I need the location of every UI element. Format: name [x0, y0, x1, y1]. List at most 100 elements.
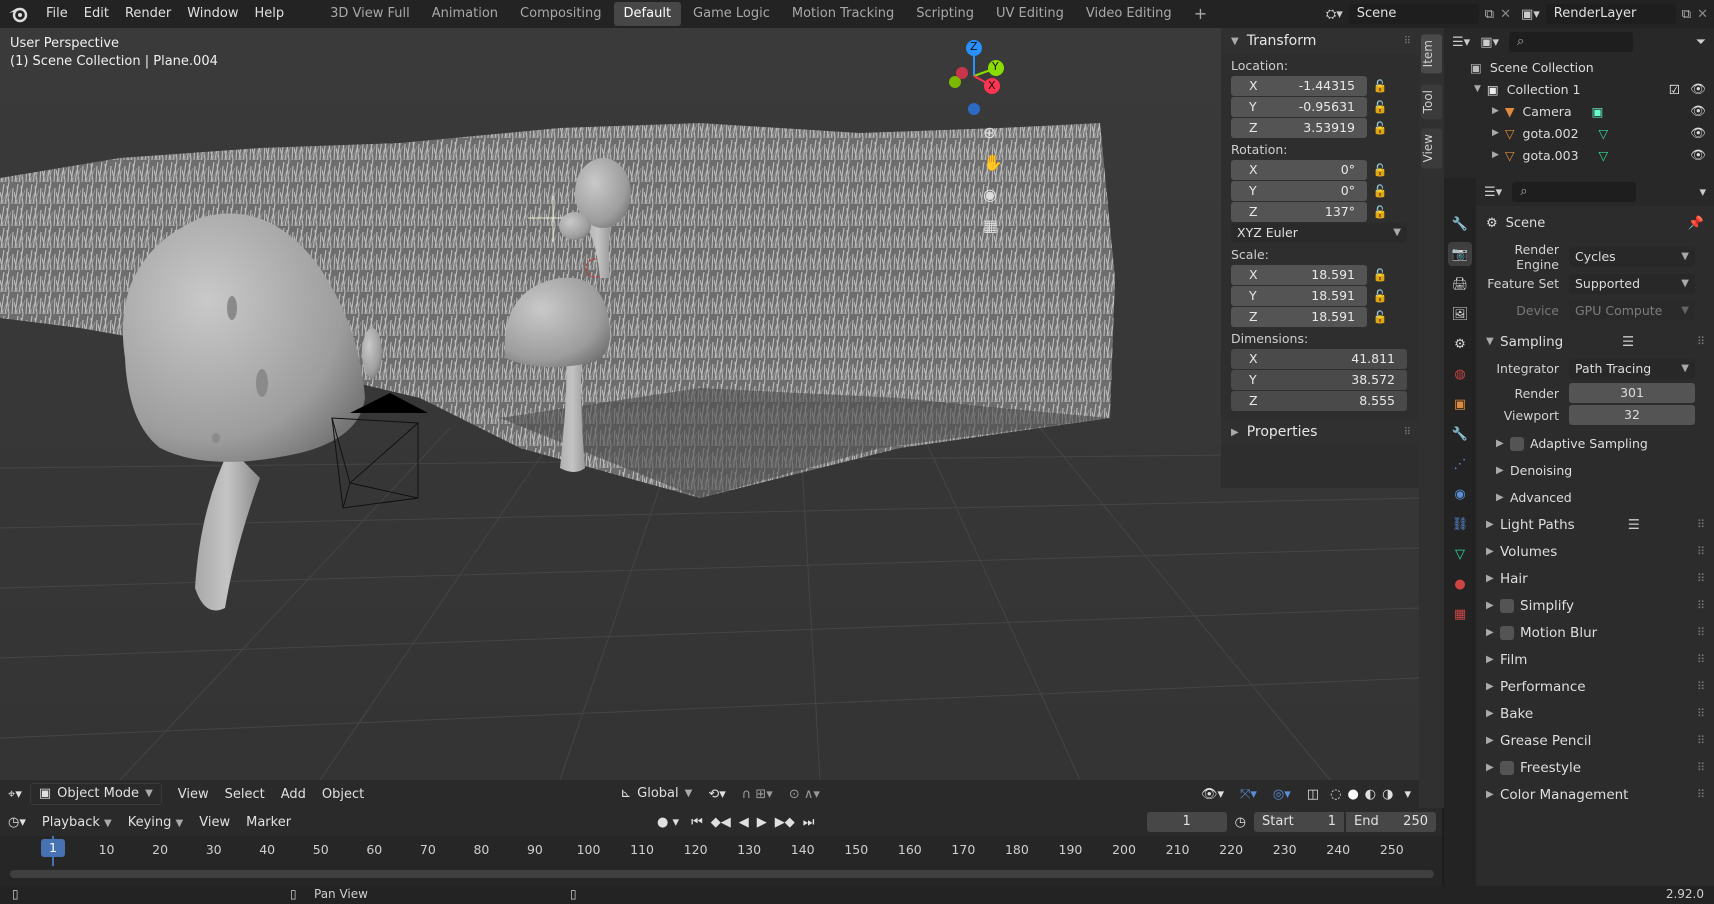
shading-solid-icon[interactable]: ●: [1344, 787, 1361, 802]
menu-view[interactable]: View: [170, 787, 217, 802]
mode-selector[interactable]: ▣ Object Mode ▼: [29, 783, 162, 805]
menu-add[interactable]: Add: [273, 787, 314, 802]
data-tab-icon[interactable]: ▽: [1448, 542, 1472, 566]
shading-material-icon[interactable]: ◐: [1362, 787, 1379, 802]
pan-hand-icon[interactable]: ✋: [983, 153, 1003, 172]
menu-help[interactable]: Help: [247, 0, 293, 28]
outliner-display-icon[interactable]: ☰▾: [1452, 35, 1470, 50]
current-frame-field[interactable]: 1: [1146, 812, 1227, 832]
rotation-mode-select[interactable]: XYZ Euler ▼: [1231, 223, 1407, 243]
remove-scene-icon[interactable]: ✕: [1500, 7, 1511, 22]
lock-icon[interactable]: 🔓: [1367, 163, 1393, 177]
menu-edit[interactable]: Edit: [76, 0, 117, 28]
shading-options-icon[interactable]: ▾: [1396, 787, 1419, 802]
lock-icon[interactable]: 🔓: [1367, 205, 1393, 219]
tab-scripting[interactable]: Scripting: [906, 2, 984, 26]
properties-search-input[interactable]: ⌕: [1512, 182, 1637, 202]
scale-y-field[interactable]: Y 18.591: [1231, 286, 1367, 306]
checkbox-icon[interactable]: ☑: [1669, 82, 1680, 97]
tab-default[interactable]: Default: [613, 2, 682, 26]
texture-tab-icon[interactable]: ▦: [1448, 602, 1472, 626]
freestyle-panel[interactable]: ▶ Freestyle ⠿: [1476, 754, 1714, 781]
options-icon[interactable]: ▾: [1699, 185, 1706, 200]
menu-window[interactable]: Window: [179, 0, 246, 28]
visibility-icon[interactable]: 👁▾: [1193, 787, 1232, 802]
proportional-edit-icon[interactable]: ⊙ ∧▾: [781, 787, 828, 802]
list-icon[interactable]: ☰: [1622, 334, 1634, 350]
new-view-layer-icon[interactable]: ⧉: [1682, 7, 1691, 22]
menu-file[interactable]: File: [38, 0, 76, 28]
menu-marker[interactable]: Marker: [238, 815, 299, 830]
adaptive-sampling-subpanel[interactable]: ▶ Adaptive Sampling: [1476, 430, 1714, 457]
render-samples-field[interactable]: 301: [1569, 383, 1695, 403]
menu-render[interactable]: Render: [117, 0, 179, 28]
lock-icon[interactable]: 🔓: [1367, 121, 1393, 135]
modifier-tab-icon[interactable]: 🔧: [1448, 422, 1472, 446]
rotation-y-field[interactable]: Y 0°: [1231, 181, 1367, 201]
outliner-gota-002[interactable]: ▶ ▽ gota.002 ▽ 👁: [1444, 122, 1714, 144]
tab-motion-tracking[interactable]: Motion Tracking: [782, 2, 904, 26]
properties-header[interactable]: ▶ Properties ⠿: [1221, 419, 1419, 445]
play-reverse-icon[interactable]: ◀: [735, 815, 753, 830]
blender-logo-icon[interactable]: [6, 2, 30, 26]
motion-blur-checkbox[interactable]: [1500, 625, 1514, 640]
menu-timeline-view[interactable]: View: [191, 815, 238, 830]
tab-item[interactable]: Item: [1421, 34, 1442, 74]
ortho-grid-icon[interactable]: ▦: [983, 216, 998, 235]
eye-icon[interactable]: 👁: [1690, 147, 1706, 163]
view-layer-selector[interactable]: RenderLayer: [1545, 4, 1676, 24]
lock-icon[interactable]: 🔓: [1367, 268, 1393, 282]
add-workspace-button[interactable]: +: [1184, 2, 1217, 26]
grease-pencil-panel[interactable]: ▶ Grease Pencil ⠿: [1476, 727, 1714, 754]
render-engine-select[interactable]: Cycles ▼: [1569, 246, 1695, 267]
adaptive-sampling-checkbox[interactable]: [1510, 436, 1524, 451]
scale-x-field[interactable]: X 18.591: [1231, 265, 1367, 285]
particles-tab-icon[interactable]: ⋰: [1448, 452, 1472, 476]
location-z-field[interactable]: Z 3.53919: [1231, 118, 1367, 138]
tab-uv-editing[interactable]: UV Editing: [986, 2, 1074, 26]
sampling-panel-header[interactable]: ▼ Sampling ☰ ⠿: [1476, 328, 1714, 355]
render-tab-icon[interactable]: 📷: [1448, 242, 1472, 266]
lock-icon[interactable]: 🔓: [1367, 184, 1393, 198]
dimensions-x-field[interactable]: X 41.811: [1231, 349, 1407, 369]
object-tab-icon[interactable]: ▣: [1448, 392, 1472, 416]
simplify-panel[interactable]: ▶ Simplify ⠿: [1476, 592, 1714, 619]
outliner-search-input[interactable]: ⌕: [1509, 32, 1633, 52]
menu-keying[interactable]: Keying ▼: [120, 815, 192, 830]
new-scene-icon[interactable]: ⧉: [1485, 7, 1494, 22]
dimensions-y-field[interactable]: Y 38.572: [1231, 370, 1407, 390]
film-panel[interactable]: ▶ Film ⠿: [1476, 646, 1714, 673]
eye-icon[interactable]: 👁: [1690, 103, 1706, 119]
scene-icon[interactable]: ⛭▾: [1326, 7, 1343, 22]
denoising-subpanel[interactable]: ▶ Denoising: [1476, 457, 1714, 484]
lock-icon[interactable]: 🔓: [1367, 289, 1393, 303]
output-tab-icon[interactable]: 🖨: [1448, 272, 1472, 296]
filter-icon[interactable]: ⏷: [1696, 35, 1706, 50]
rotation-z-field[interactable]: Z 137°: [1231, 202, 1367, 222]
editor-type-icon[interactable]: ⌖▾: [0, 787, 30, 802]
outliner-collection-1[interactable]: ▼ ▣ Collection 1 ☑ 👁: [1444, 78, 1714, 100]
next-keyframe-icon[interactable]: ▶◆: [771, 815, 799, 830]
overlays-icon[interactable]: ◎▾: [1265, 787, 1299, 802]
properties-editor-icon[interactable]: ☰▾: [1484, 185, 1502, 200]
rotation-x-field[interactable]: X 0°: [1231, 160, 1367, 180]
preview-range-icon[interactable]: ◷: [1227, 815, 1254, 830]
constraints-tab-icon[interactable]: ⛓: [1448, 512, 1472, 536]
scene-selector[interactable]: Scene: [1348, 4, 1479, 24]
lock-icon[interactable]: 🔓: [1367, 79, 1393, 93]
viewport-samples-field[interactable]: 32: [1569, 405, 1695, 425]
feature-set-select[interactable]: Supported ▼: [1569, 273, 1695, 294]
end-frame-field[interactable]: End 250: [1346, 812, 1436, 832]
timeline-editor-icon[interactable]: ◷▾: [0, 815, 34, 830]
camera-view-icon[interactable]: ◉: [983, 185, 997, 204]
tab-game-logic[interactable]: Game Logic: [683, 2, 780, 26]
lock-icon[interactable]: 🔓: [1367, 310, 1393, 324]
tab-3d-view-full[interactable]: 3D View Full: [320, 2, 420, 26]
light-paths-panel[interactable]: ▶ Light Paths ☰ ⠿: [1476, 511, 1714, 538]
color-management-panel[interactable]: ▶ Color Management ⠿: [1476, 781, 1714, 808]
list-icon[interactable]: ☰: [1628, 517, 1640, 533]
tab-view[interactable]: View: [1421, 128, 1442, 169]
outliner-gota-003[interactable]: ▶ ▽ gota.003 ▽ 👁: [1444, 144, 1714, 166]
tab-animation[interactable]: Animation: [422, 2, 508, 26]
eye-icon[interactable]: 👁: [1690, 125, 1706, 141]
